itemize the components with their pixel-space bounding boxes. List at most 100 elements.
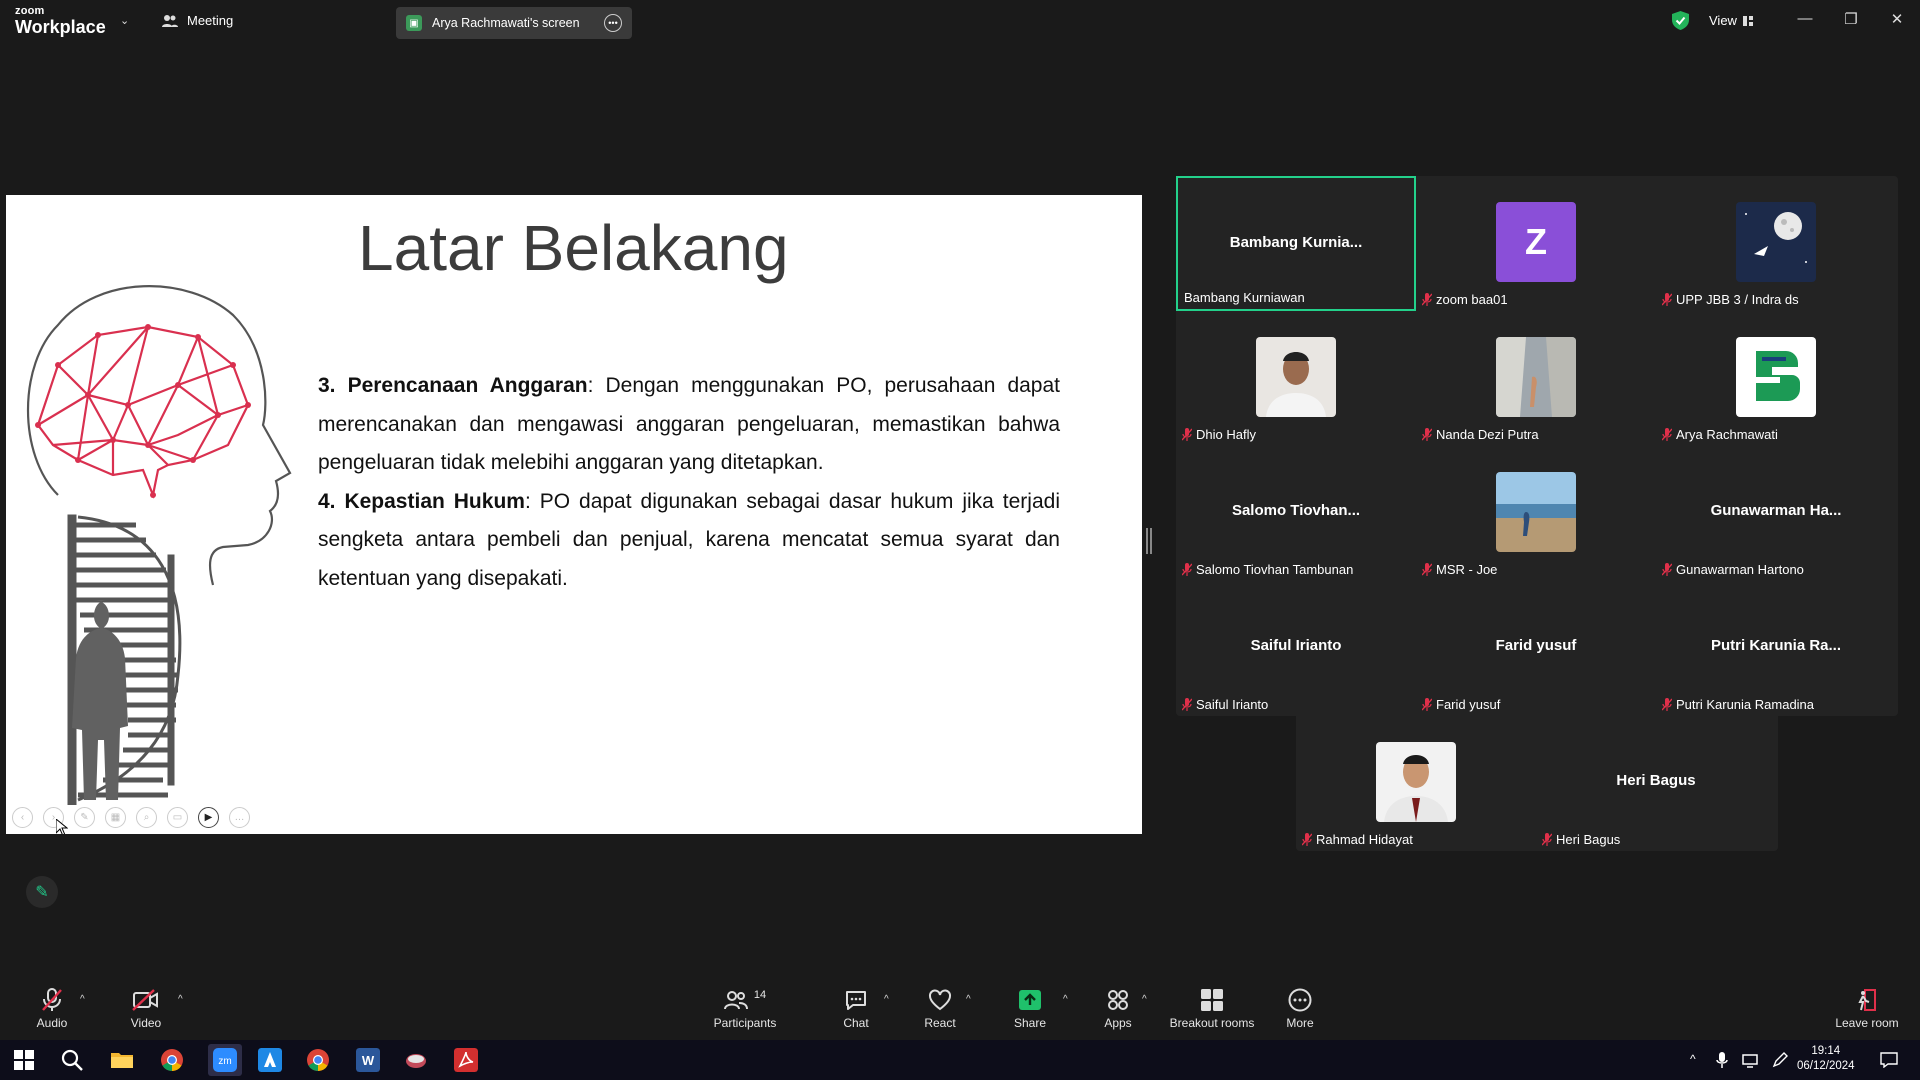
meeting-menu[interactable]: Meeting xyxy=(162,13,233,28)
participant-tile[interactable]: MSR - Joe xyxy=(1416,446,1656,581)
zoom-workplace-logo[interactable]: zoom Workplace xyxy=(15,5,106,37)
audio-label: Audio xyxy=(36,1016,68,1030)
participant-avatar xyxy=(1736,202,1816,282)
search-icon[interactable] xyxy=(60,1048,84,1072)
title-bar: zoom Workplace ⌄ Meeting ▣ Arya Rachmawa… xyxy=(0,0,1920,44)
participant-tile[interactable]: Bambang Kurnia... Bambang Kurniawan xyxy=(1176,176,1416,311)
share-screen-icon xyxy=(1019,990,1041,1010)
leave-room-button[interactable]: Leave room xyxy=(1834,988,1900,1030)
view-menu[interactable]: View xyxy=(1709,13,1753,28)
acrobat-icon[interactable] xyxy=(454,1048,478,1072)
meeting-label: Meeting xyxy=(187,13,234,28)
chrome-profile-icon[interactable] xyxy=(306,1048,330,1072)
restore-icon[interactable]: ❐ xyxy=(1836,10,1866,28)
app-bird-icon[interactable] xyxy=(404,1048,428,1072)
participants-button[interactable]: 14 Participants xyxy=(712,988,778,1030)
shared-slide: Latar Belakang 3. Perencanaan Anggaran: … xyxy=(6,195,1142,834)
apps-options-caret-icon[interactable]: ^ xyxy=(1142,994,1147,1005)
chat-button[interactable]: Chat xyxy=(836,988,876,1030)
notifications-icon[interactable] xyxy=(1880,1052,1898,1068)
camera-icon[interactable]: ▶ xyxy=(198,807,219,828)
apps-button[interactable]: Apps xyxy=(1098,988,1138,1030)
more-icon[interactable]: … xyxy=(229,807,250,828)
minimize-icon[interactable]: — xyxy=(1790,10,1820,27)
participant-name-label: Farid yusuf xyxy=(1422,697,1500,712)
share-label: Share xyxy=(1013,1016,1047,1030)
azure-icon[interactable] xyxy=(258,1048,282,1072)
participant-tile[interactable]: UPP JBB 3 / Indra ds xyxy=(1656,176,1896,311)
leave-room-icon xyxy=(1858,989,1876,1011)
participant-tile[interactable]: Gunawarman Ha... Gunawarman Hartono xyxy=(1656,446,1896,581)
people-icon xyxy=(162,14,178,27)
participant-avatar xyxy=(1496,337,1576,417)
participants-count: 14 xyxy=(753,989,767,1001)
audio-button[interactable]: Audio xyxy=(30,988,74,1030)
microphone-muted-icon xyxy=(1302,833,1312,846)
participant-name-label: MSR - Joe xyxy=(1422,562,1497,577)
video-options-caret-icon[interactable]: ^ xyxy=(178,994,183,1005)
more-label: More xyxy=(1286,1016,1314,1030)
react-options-caret-icon[interactable]: ^ xyxy=(966,994,971,1005)
close-icon[interactable]: ✕ xyxy=(1882,10,1912,28)
brand-small: zoom xyxy=(15,5,45,17)
video-button[interactable]: Video xyxy=(124,988,168,1030)
apps-icon xyxy=(1108,990,1128,1010)
windows-start-icon[interactable] xyxy=(12,1048,36,1072)
word-icon[interactable]: W xyxy=(356,1048,380,1072)
chat-icon xyxy=(846,991,866,1010)
participant-name-label: Dhio Hafly xyxy=(1182,427,1256,442)
annotate-pen-icon[interactable]: ✎ xyxy=(26,876,58,908)
participant-tile[interactable]: Heri Bagus Heri Bagus xyxy=(1536,716,1776,851)
file-explorer-icon[interactable] xyxy=(110,1048,134,1072)
participant-name: Salomo Tiovhan Tambunan xyxy=(1196,562,1354,577)
participant-name-label: Rahmad Hidayat xyxy=(1302,832,1413,847)
participant-tile[interactable]: Dhio Hafly xyxy=(1176,311,1416,446)
audio-options-caret-icon[interactable]: ^ xyxy=(80,994,85,1005)
breakout-rooms-button[interactable]: Breakout rooms xyxy=(1166,988,1258,1030)
microphone-icon[interactable] xyxy=(1716,1052,1728,1068)
leave-room-label: Leave room xyxy=(1835,1016,1899,1030)
participant-name: Rahmad Hidayat xyxy=(1316,832,1413,847)
clock-date: 06/12/2024 xyxy=(1797,1060,1855,1072)
subtitles-icon[interactable]: ▭ xyxy=(167,807,188,828)
head-brain-staircase-illustration xyxy=(27,285,292,805)
chat-label: Chat xyxy=(843,1016,869,1030)
network-icon[interactable] xyxy=(1742,1052,1758,1068)
microphone-muted-icon xyxy=(1422,698,1432,711)
shield-icon[interactable] xyxy=(1672,11,1689,30)
zoom-icon[interactable]: ⌕ xyxy=(136,807,157,828)
participant-tile[interactable]: Zzoom baa01 xyxy=(1416,176,1656,311)
participant-name: MSR - Joe xyxy=(1436,562,1498,577)
participant-display-name: Gunawarman Ha... xyxy=(1710,502,1842,519)
pen-input-icon[interactable] xyxy=(1772,1052,1788,1068)
screen-share-icon: ▣ xyxy=(406,15,422,31)
panel-splitter[interactable] xyxy=(1146,528,1152,554)
participant-tile[interactable]: Salomo Tiovhan... Salomo Tiovhan Tambunan xyxy=(1176,446,1416,581)
share-button[interactable]: Share xyxy=(1010,988,1050,1030)
shared-screen-tab[interactable]: ▣ Arya Rachmawati's screen ••• xyxy=(396,7,632,39)
participant-display-name: Putri Karunia Ra... xyxy=(1710,637,1842,654)
chrome-icon[interactable] xyxy=(160,1048,184,1072)
chat-options-caret-icon[interactable]: ^ xyxy=(884,994,889,1005)
participant-tile[interactable]: Nanda Dezi Putra xyxy=(1416,311,1656,446)
participant-name-label: Nanda Dezi Putra xyxy=(1422,427,1539,442)
breakout-rooms-icon xyxy=(1201,989,1223,1011)
share-options-caret-icon[interactable]: ^ xyxy=(1063,994,1068,1005)
participant-tile[interactable]: Arya Rachmawati xyxy=(1656,311,1896,446)
pen-icon[interactable]: ✎ xyxy=(74,807,95,828)
more-options-icon[interactable]: ••• xyxy=(604,14,622,32)
participant-tile[interactable]: Farid yusuf Farid yusuf xyxy=(1416,581,1656,716)
breakout-rooms-label: Breakout rooms xyxy=(1169,1016,1255,1030)
participant-tile[interactable]: Rahmad Hidayat xyxy=(1296,716,1536,851)
participant-tile[interactable]: Putri Karunia Ra... Putri Karunia Ramadin… xyxy=(1656,581,1896,716)
more-button[interactable]: More xyxy=(1280,988,1320,1030)
previous-slide-icon[interactable]: ‹ xyxy=(12,807,33,828)
participant-display-name: Bambang Kurnia... xyxy=(1229,234,1363,251)
react-button[interactable]: React xyxy=(920,988,960,1030)
participant-tile[interactable]: Saiful Irianto Saiful Irianto xyxy=(1176,581,1416,716)
show-hidden-icons-icon[interactable]: ^ xyxy=(1690,1052,1696,1066)
clock[interactable]: 19:14 06/12/2024 xyxy=(1797,1044,1855,1074)
chevron-down-icon[interactable]: ⌄ xyxy=(120,14,129,27)
participant-display-name: Farid yusuf xyxy=(1495,637,1577,654)
slides-grid-icon[interactable]: ▦ xyxy=(105,807,126,828)
